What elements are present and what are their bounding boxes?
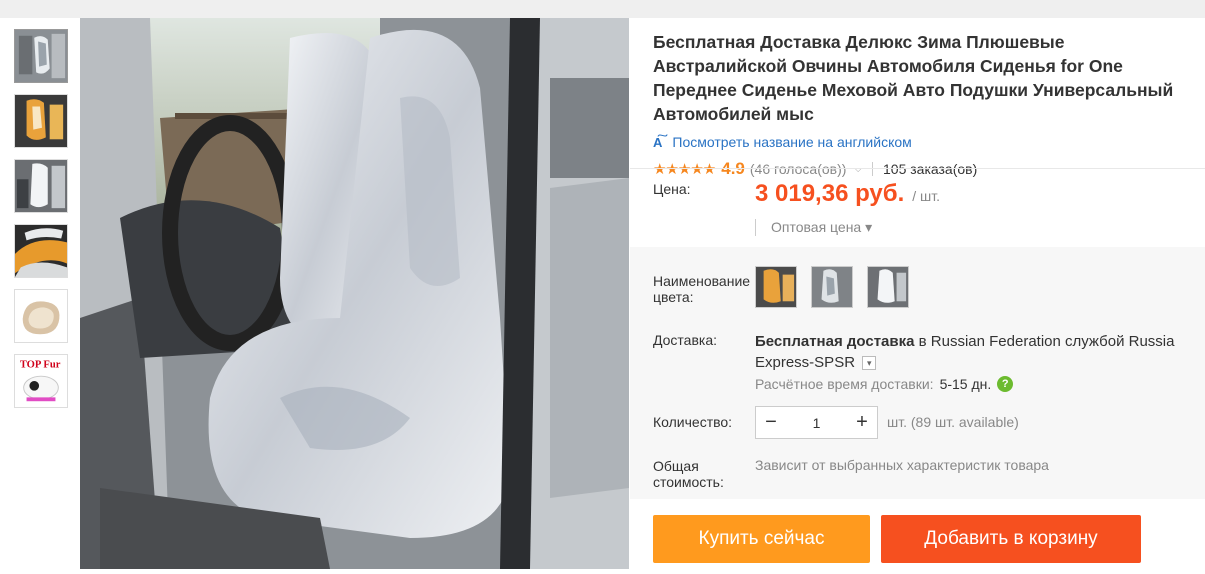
main-product-image[interactable]	[80, 18, 629, 569]
eta-days: 5-15 дн.	[939, 376, 992, 392]
thumbnail-fur-detail[interactable]	[14, 224, 68, 278]
votes-count[interactable]: (46 голоса(ов))	[750, 161, 847, 177]
thumbnail-top-fur-logo[interactable]: TOP Fur	[14, 354, 68, 408]
quantity-minus-button[interactable]: −	[756, 411, 786, 434]
translate-icon: A͠	[653, 134, 663, 150]
product-title: Бесплатная Доставка Делюкс Зима Плюшевые…	[653, 32, 1174, 124]
add-to-cart-button[interactable]: Добавить в корзину	[881, 515, 1141, 563]
quantity-input[interactable]	[786, 414, 847, 431]
rating-stars-icon: ★★★★★	[653, 161, 716, 178]
delivery-estimate: Расчётное время доставки: 5-15 дн. ?	[755, 376, 1014, 392]
price-label: Цена:	[653, 181, 691, 197]
divider	[872, 162, 873, 176]
rating-score: 4.9	[721, 159, 745, 178]
color-swatches	[755, 266, 923, 308]
color-swatch-grey[interactable]	[811, 266, 853, 308]
shipping-label: Доставка:	[653, 332, 718, 348]
help-icon[interactable]: ?	[997, 376, 1014, 392]
rating-row: ★★★★★ 4.9 (46 голоса(ов)) ⌵ 105 заказа(о…	[653, 159, 1205, 179]
orders-count: 105 заказа(ов)	[883, 161, 978, 177]
wholesale-price-dropdown[interactable]: Оптовая цена ▾	[755, 219, 872, 236]
color-swatch-orange[interactable]	[755, 266, 797, 308]
thumbnail-sheepskin[interactable]	[14, 289, 68, 343]
top-strip	[0, 0, 1205, 18]
translate-link[interactable]: A͠ Посмотреть название на английском	[653, 134, 1205, 150]
color-label: Наименование цвета:	[653, 273, 751, 305]
translate-link-label: Посмотреть название на английском	[672, 134, 912, 150]
quantity-available: шт. (89 шт. available)	[887, 414, 1019, 430]
shipping-dropdown-icon[interactable]: ▾	[862, 356, 877, 371]
shipping-info: Бесплатная доставка в Russian Federation…	[755, 331, 1195, 373]
divider	[630, 168, 1205, 169]
total-label: Общая стоимость:	[653, 458, 724, 490]
thumbnail-orange-seat[interactable]	[14, 94, 68, 148]
buy-now-button[interactable]: Купить сейчас	[653, 515, 870, 563]
price-amount: 3 019,36 руб.	[755, 180, 905, 207]
thumbnail-grey-seat[interactable]	[14, 29, 68, 83]
thumbnail-white-seat[interactable]	[14, 159, 68, 213]
price-unit: / шт.	[912, 188, 941, 204]
price-block: 3 019,36 руб. / шт.	[755, 180, 940, 208]
chevron-down-icon[interactable]: ⌵	[854, 164, 862, 175]
total-value: Зависит от выбранных характеристик товар…	[755, 457, 1049, 473]
eta-label: Расчётное время доставки:	[755, 376, 934, 392]
product-info-panel: Бесплатная Доставка Делюкс Зима Плюшевые…	[653, 30, 1205, 179]
quantity-plus-button[interactable]: +	[847, 411, 877, 434]
thumbnail-list: TOP Fur	[14, 29, 70, 419]
color-swatch-white[interactable]	[867, 266, 909, 308]
svg-text:TOP Fur: TOP Fur	[20, 360, 61, 371]
quantity-label: Количество:	[653, 414, 733, 430]
quantity-stepper: − +	[755, 406, 878, 439]
shipping-free-text: Бесплатная доставка	[755, 333, 915, 350]
